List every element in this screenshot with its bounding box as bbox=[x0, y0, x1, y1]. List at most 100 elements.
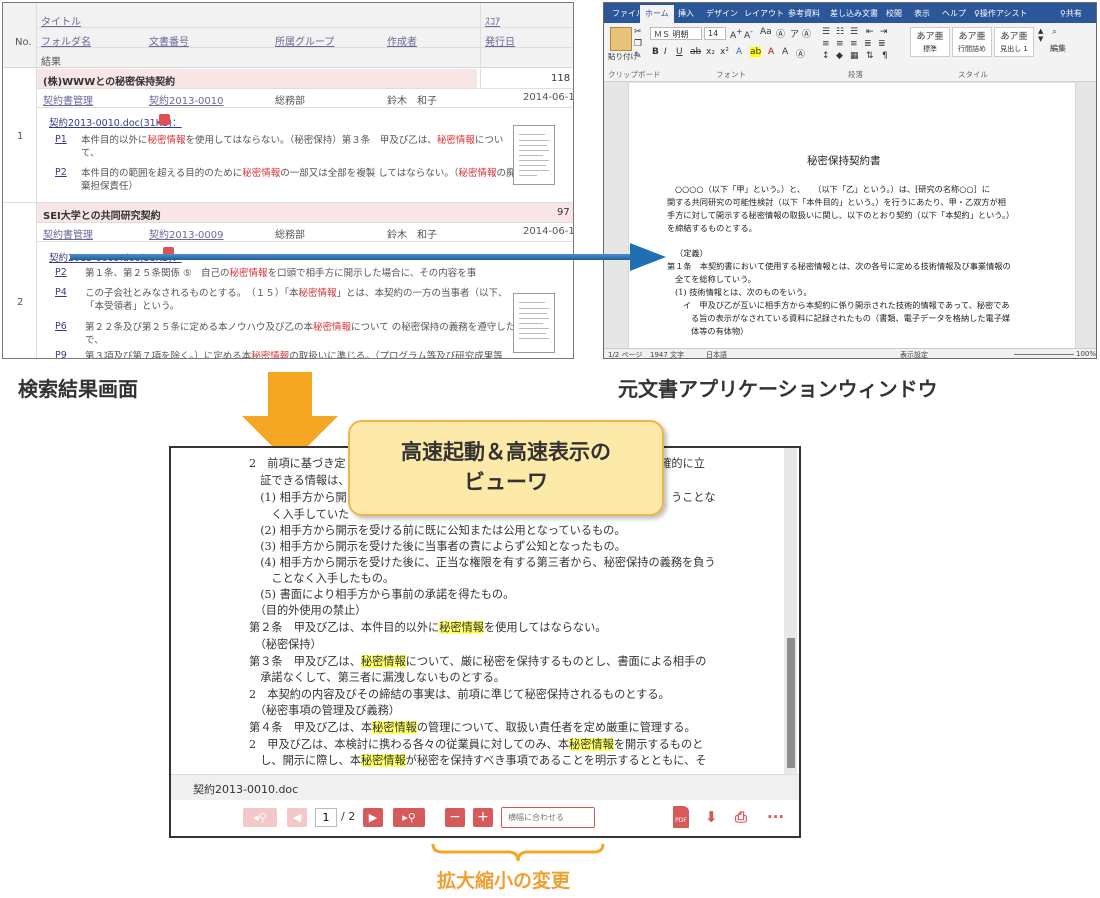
editing-label[interactable]: 編集 bbox=[1050, 43, 1066, 54]
plus-icon: + bbox=[477, 809, 489, 825]
display-settings-button[interactable]: 表示設定 bbox=[900, 350, 928, 358]
hit-page-link[interactable]: P6 bbox=[55, 321, 67, 332]
clear-format-icon[interactable]: Ⓐ bbox=[776, 27, 785, 40]
download-icon[interactable]: ⬇ bbox=[705, 808, 718, 827]
col-date[interactable]: 発行日 bbox=[485, 33, 515, 48]
line-spacing-icon[interactable]: ↕ bbox=[822, 51, 830, 61]
distribute-icon[interactable]: ≣ bbox=[878, 39, 886, 49]
tab-help[interactable]: ヘルプ bbox=[942, 8, 966, 19]
multilevel-list-icon[interactable]: ☰ bbox=[850, 27, 858, 37]
col-folder[interactable]: フォルダ名 bbox=[41, 33, 91, 48]
tab-view[interactable]: 表示 bbox=[914, 8, 930, 19]
char-border-icon[interactable]: Ⓐ bbox=[796, 47, 805, 60]
highlight-icon[interactable]: ab bbox=[750, 47, 762, 57]
zoom-in-button[interactable]: + bbox=[473, 808, 493, 827]
char-shading-icon[interactable]: A bbox=[782, 47, 788, 57]
tab-design[interactable]: デザイン bbox=[706, 8, 738, 19]
zoom-slider[interactable] bbox=[1014, 354, 1074, 355]
font-name-select[interactable]: ＭＳ 明朝 bbox=[650, 27, 702, 40]
folder-link[interactable]: 契約書管理 bbox=[43, 226, 93, 241]
hit-page-link[interactable]: P4 bbox=[55, 287, 67, 298]
font-size-select[interactable]: 14 bbox=[704, 27, 726, 40]
format-painter-icon[interactable]: ✎ bbox=[634, 51, 642, 61]
next-hit-button[interactable]: ▸⚲ bbox=[393, 808, 425, 827]
col-doc-no[interactable]: 文書番号 bbox=[149, 33, 189, 48]
superscript-icon[interactable]: x² bbox=[720, 47, 729, 57]
sort-icon[interactable]: ⇅ bbox=[866, 51, 874, 61]
tab-mailings[interactable]: 差し込み文書 bbox=[830, 8, 878, 19]
tab-review[interactable]: 校閲 bbox=[886, 8, 902, 19]
zoom-mode-select[interactable] bbox=[501, 807, 595, 828]
paste-icon[interactable] bbox=[610, 27, 632, 51]
pdf-export-button[interactable]: PDF bbox=[673, 806, 689, 828]
viewer-line: （秘密保持） bbox=[249, 638, 322, 651]
prev-page-button[interactable]: ◀ bbox=[287, 808, 307, 827]
style-normal[interactable]: あア亜 標準 bbox=[910, 27, 950, 57]
page-number-input[interactable]: 1 bbox=[315, 808, 337, 827]
borders-icon[interactable]: ▦ bbox=[850, 51, 859, 61]
share-button[interactable]: ⚲共有 bbox=[1060, 8, 1082, 19]
shrink-font-icon[interactable]: A- bbox=[744, 27, 753, 41]
search-icon[interactable]: ⌕ bbox=[1052, 27, 1057, 37]
numbering-icon[interactable]: ☷ bbox=[836, 27, 844, 37]
tab-tell-me[interactable]: ♀操作アシスト bbox=[974, 8, 1028, 19]
viewer-line: （目的外使用の禁止） bbox=[249, 604, 367, 617]
grow-font-icon[interactable]: A+ bbox=[730, 27, 742, 41]
result-title[interactable]: SEI大学との共同研究契約 bbox=[37, 203, 573, 222]
doc-no-link[interactable]: 契約2013-0009 bbox=[149, 226, 224, 241]
text-effects-icon[interactable]: A bbox=[736, 47, 742, 57]
hit-page-link[interactable]: P9 bbox=[55, 350, 67, 358]
col-score[interactable]: ｽｺｱ bbox=[485, 13, 500, 28]
change-case-icon[interactable]: Aa bbox=[760, 27, 772, 37]
align-center-icon[interactable]: ≡ bbox=[836, 39, 844, 49]
col-group[interactable]: 所属グループ bbox=[275, 33, 334, 48]
bullets-icon[interactable]: ☰ bbox=[822, 27, 830, 37]
document-page[interactable]: 秘密保持契約書 ○○○○（以下「甲」という。）と、 （以下「乙」という。）は、[… bbox=[628, 83, 1076, 349]
more-icon[interactable]: ··· bbox=[767, 808, 784, 827]
zoom-level[interactable]: 100% bbox=[1076, 350, 1096, 358]
underline-icon[interactable]: U bbox=[676, 47, 683, 57]
italic-icon[interactable]: I bbox=[664, 47, 667, 57]
print-icon[interactable]: ⎙ bbox=[735, 808, 747, 827]
next-page-button[interactable]: ▶ bbox=[363, 808, 383, 827]
font-color-icon[interactable]: A bbox=[768, 47, 774, 57]
tab-references[interactable]: 参考資料 bbox=[788, 8, 820, 19]
style-no-spacing[interactable]: あア亜 行間詰め bbox=[952, 27, 992, 57]
cut-icon[interactable]: ✂ bbox=[634, 27, 642, 37]
doc-no-link[interactable]: 契約2013-0010 bbox=[149, 92, 224, 107]
tab-insert[interactable]: 挿入 bbox=[678, 8, 694, 19]
increase-indent-icon[interactable]: ⇥ bbox=[880, 27, 888, 37]
col-title[interactable]: タイトル bbox=[41, 13, 81, 28]
viewer-filename-bar: 契約2013-0010.doc bbox=[171, 774, 799, 801]
align-right-icon[interactable]: ≡ bbox=[850, 39, 858, 49]
enclose-char-icon[interactable]: Ⓐ bbox=[802, 27, 811, 40]
result-title[interactable]: (株)WWWとの秘密保持契約 bbox=[37, 69, 477, 88]
viewer-open-icon[interactable] bbox=[159, 114, 170, 125]
ribbon-tabs: ファイル ホーム 挿入 デザイン レイアウト 参考資料 差し込み文書 校閲 表示… bbox=[604, 3, 1096, 23]
hit-page-link[interactable]: P1 bbox=[55, 134, 67, 145]
strikethrough-icon[interactable]: ab bbox=[690, 47, 701, 57]
folder-link[interactable]: 契約書管理 bbox=[43, 92, 93, 107]
hit-page-link[interactable]: P2 bbox=[55, 167, 67, 178]
phonetic-guide-icon[interactable]: ア bbox=[790, 27, 799, 40]
tab-layout[interactable]: レイアウト bbox=[744, 8, 784, 19]
styles-scroll-icon[interactable]: ▲ ▼ bbox=[1038, 27, 1043, 43]
decrease-indent-icon[interactable]: ⇤ bbox=[866, 27, 874, 37]
page-thumbnail[interactable] bbox=[513, 125, 555, 185]
prev-hit-button[interactable]: ◂⚲ bbox=[243, 808, 277, 827]
tab-home[interactable]: ホーム bbox=[640, 5, 674, 23]
col-author[interactable]: 作成者 bbox=[387, 33, 417, 48]
subscript-icon[interactable]: x₂ bbox=[706, 47, 715, 57]
page-thumbnail[interactable] bbox=[513, 293, 555, 353]
shading-icon[interactable]: ◆ bbox=[836, 51, 843, 61]
bold-icon[interactable]: B bbox=[652, 47, 659, 57]
show-marks-icon[interactable]: ¶ bbox=[882, 51, 888, 61]
hit-page-link[interactable]: P2 bbox=[55, 267, 67, 278]
copy-icon[interactable]: ❐ bbox=[634, 39, 642, 49]
align-left-icon[interactable]: ≡ bbox=[822, 39, 830, 49]
justify-icon[interactable]: ≣ bbox=[864, 39, 872, 49]
word-scrollbar[interactable] bbox=[1088, 83, 1096, 348]
style-heading-1[interactable]: あア亜 見出し 1 bbox=[994, 27, 1034, 57]
viewer-scroll-thumb[interactable] bbox=[787, 638, 795, 768]
zoom-out-button[interactable]: − bbox=[445, 808, 465, 827]
